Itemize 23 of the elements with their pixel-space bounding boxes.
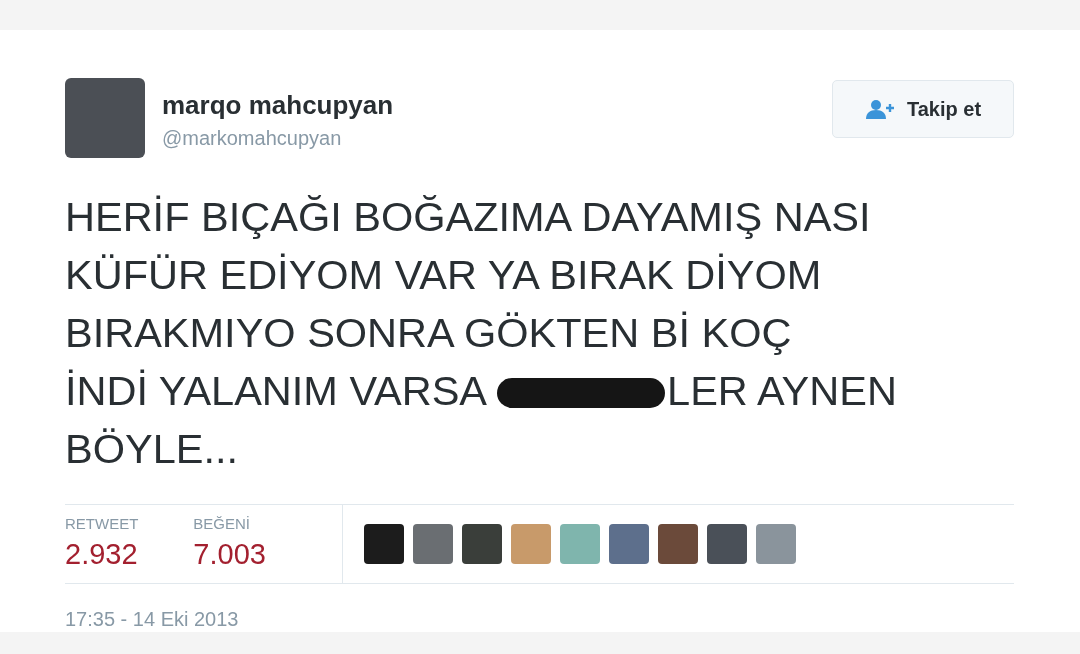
tweet-text-line: BÖYLE... xyxy=(65,424,239,474)
user-photo-placeholder[interactable] xyxy=(413,524,453,564)
tweet-text-line: İNDİ YALANIM VARSA xyxy=(65,367,488,414)
user-photo-placeholder[interactable] xyxy=(756,524,796,564)
user-photo-placeholder[interactable] xyxy=(707,524,747,564)
user-photo-placeholder[interactable] xyxy=(511,524,551,564)
author-name[interactable]: marqo mahcupyan xyxy=(162,90,832,121)
stat-count[interactable]: 7.003 xyxy=(193,538,266,571)
user-photo-placeholder[interactable] xyxy=(364,524,404,564)
tweet-text-line: BIRAKMIYO SONRA GÖKTEN Bİ KOÇ xyxy=(65,308,793,358)
stat-label: BEĞENİ xyxy=(193,515,252,532)
stat-label: RETWEET xyxy=(65,515,139,532)
tweet-text-line: KÜFÜR EDİYOM VAR YA BIRAK DİYOM xyxy=(65,250,823,300)
tweet-text-line: LER AYNEN xyxy=(667,367,897,414)
profile-photo-placeholder[interactable] xyxy=(65,78,145,158)
add-person-icon xyxy=(864,99,897,119)
user-photo-placeholder[interactable] xyxy=(658,524,698,564)
stat-count[interactable]: 2.932 xyxy=(65,538,139,571)
user-photo-placeholder[interactable] xyxy=(609,524,649,564)
follow-button[interactable]: Takip et xyxy=(832,80,1014,138)
tweet-text-line: HERİF BIÇAĞI BOĞAZIMA DAYAMIŞ NASI xyxy=(65,192,872,242)
user-photo-placeholder[interactable] xyxy=(560,524,600,564)
user-photo-placeholder[interactable] xyxy=(462,524,502,564)
